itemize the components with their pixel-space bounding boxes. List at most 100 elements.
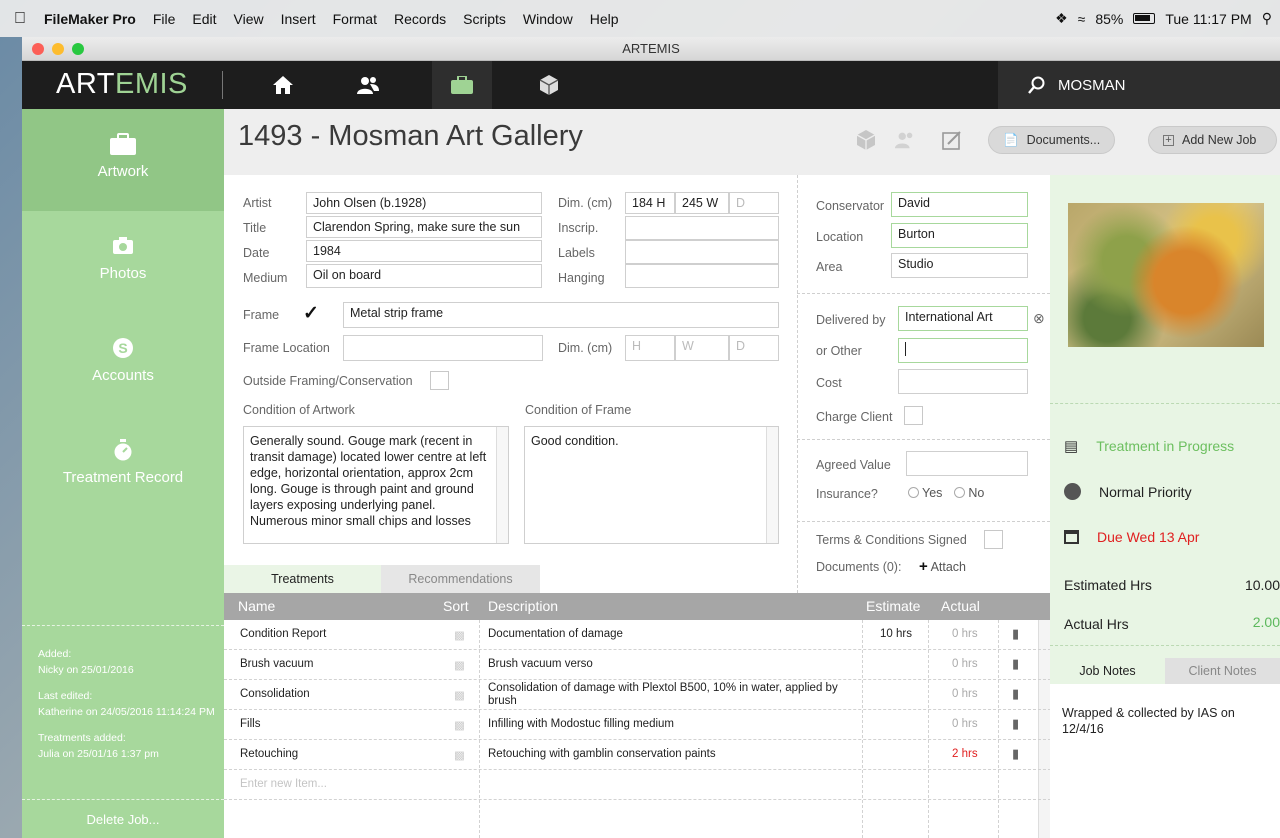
artwork-thumbnail[interactable] [1068,203,1264,347]
attach-button[interactable]: + Attach [919,558,966,575]
minimize-button[interactable] [52,43,64,55]
menu-app[interactable]: FileMaker Pro [44,11,136,27]
menu-scripts[interactable]: Scripts [463,11,506,27]
menu-help[interactable]: Help [590,11,619,27]
menu-window[interactable]: Window [523,11,573,27]
hanging-field[interactable] [625,264,779,288]
edit-icon[interactable] [941,130,963,150]
trash-icon[interactable]: ▮ [1012,686,1019,702]
frame-checkbox[interactable]: ✓ [303,304,322,324]
tab-client-notes[interactable]: Client Notes [1165,658,1280,684]
shipping-box-icon[interactable] [519,61,579,109]
dim-h-field[interactable]: 184 H [625,192,675,214]
dim-d-field[interactable]: D [729,192,779,214]
dropbox-icon[interactable]: ❖ [1055,10,1068,27]
battery-icon[interactable] [1133,13,1156,24]
menu-edit[interactable]: Edit [192,11,216,27]
search-input[interactable]: MOSMAN [1058,77,1126,94]
dim-w-field[interactable]: 245 W [675,192,729,214]
col-actual[interactable]: Actual [941,598,980,614]
frame-field[interactable]: Metal strip frame [343,302,779,328]
sort-handle-icon[interactable]: ▩ [454,718,465,732]
or-other-field[interactable] [898,338,1028,363]
area-field[interactable]: Studio [891,253,1028,278]
tab-treatments[interactable]: Treatments [224,565,381,593]
menu-insert[interactable]: Insert [281,11,316,27]
outside-framing-checkbox[interactable] [430,371,449,390]
menu-view[interactable]: View [234,11,264,27]
menu-records[interactable]: Records [394,11,446,27]
scrollbar[interactable] [766,427,778,543]
clock[interactable]: Tue 11:17 PM [1165,11,1251,27]
insurance-no-radio[interactable]: No [954,486,984,500]
close-button[interactable] [32,43,44,55]
contacts-icon[interactable] [894,130,916,150]
contacts-icon[interactable] [338,61,398,109]
terms-checkbox[interactable] [984,530,1003,549]
new-item-row[interactable]: Enter new Item... [224,770,1051,800]
scrollbar[interactable] [496,427,508,543]
search-area[interactable]: MOSMAN [998,61,1280,109]
condition-frame-field[interactable]: Good condition. [524,426,779,544]
table-row[interactable]: Brush vacuum ▩ Brush vacuum verso 0 hrs … [224,650,1051,680]
delete-job-button[interactable]: Delete Job... [22,799,224,827]
new-item-input[interactable]: Enter new Item... [240,778,327,790]
inscrip-field[interactable] [625,216,779,240]
zoom-button[interactable] [72,43,84,55]
tab-recommendations[interactable]: Recommendations [381,565,540,593]
medium-field[interactable]: Oil on board [306,264,542,288]
col-sort[interactable]: Sort [443,598,469,614]
apple-icon[interactable]:  [14,10,26,28]
add-new-job-button[interactable]: + Add New Job [1148,126,1278,154]
trash-icon[interactable]: ▮ [1012,716,1019,732]
home-icon[interactable] [253,61,313,109]
menu-file[interactable]: File [153,11,176,27]
shipping-box-icon[interactable] [855,130,877,150]
clear-icon[interactable]: ⊗ [1033,310,1045,327]
location-field[interactable]: Burton [891,223,1028,248]
sidebar-item-accounts[interactable]: S Accounts [22,313,224,415]
conservator-field[interactable]: David [891,192,1028,217]
sidebar-item-treatment-record[interactable]: Treatment Record [22,415,224,517]
due-date[interactable]: Due Wed 13 Apr [1064,529,1199,545]
insurance-yes-radio[interactable]: Yes [908,486,942,500]
job-notes-field[interactable]: Wrapped & collected by IAS on 12/4/16 [1050,684,1280,838]
sidebar-item-artwork[interactable]: Artwork [22,109,224,211]
cost-field[interactable] [898,369,1028,394]
menu-format[interactable]: Format [333,11,377,27]
table-row[interactable]: Fills ▩ Infilling with Modostuc filling … [224,710,1051,740]
labels-field[interactable] [625,240,779,264]
wifi-icon[interactable]: ≈ [1078,11,1086,27]
table-row[interactable]: Consolidation ▩ Consolidation of damage … [224,680,1051,710]
col-description[interactable]: Description [488,598,558,614]
title-field[interactable]: Clarendon Spring, make sure the sun [306,216,542,238]
sort-handle-icon[interactable]: ▩ [454,658,465,672]
tab-job-notes[interactable]: Job Notes [1050,658,1165,684]
battery-percent[interactable]: 85% [1095,11,1123,27]
condition-artwork-field[interactable]: Generally sound. Gouge mark (recent in t… [243,426,509,544]
frame-dim-d-field[interactable]: D [729,335,779,361]
frame-location-field[interactable] [343,335,543,361]
spotlight-icon[interactable]: ⚲ [1262,10,1272,27]
col-estimate[interactable]: Estimate [866,598,920,614]
sort-handle-icon[interactable]: ▩ [454,748,465,762]
artist-field[interactable]: John Olsen (b.1928) [306,192,542,214]
treatment-status[interactable]: ▤ Treatment in Progress [1064,437,1234,455]
delivered-by-field[interactable]: International Art [898,306,1028,331]
table-row[interactable]: Retouching ▩ Retouching with gamblin con… [224,740,1051,770]
date-field[interactable]: 1984 [306,240,542,262]
frame-dim-w-field[interactable]: W [675,335,729,361]
jobs-icon[interactable] [432,61,492,109]
table-row[interactable]: Condition Report ▩ Documentation of dama… [224,620,1051,650]
trash-icon[interactable]: ▮ [1012,626,1019,642]
agreed-value-field[interactable] [906,451,1028,476]
frame-dim-h-field[interactable]: H [625,335,675,361]
trash-icon[interactable]: ▮ [1012,656,1019,672]
priority-status[interactable]: Normal Priority [1064,483,1192,500]
charge-client-checkbox[interactable] [904,406,923,425]
trash-icon[interactable]: ▮ [1012,746,1019,762]
documents-button[interactable]: 📄 Documents... [988,126,1116,154]
sort-handle-icon[interactable]: ▩ [454,688,465,702]
sort-handle-icon[interactable]: ▩ [454,628,465,642]
sidebar-item-photos[interactable]: Photos [22,211,224,313]
